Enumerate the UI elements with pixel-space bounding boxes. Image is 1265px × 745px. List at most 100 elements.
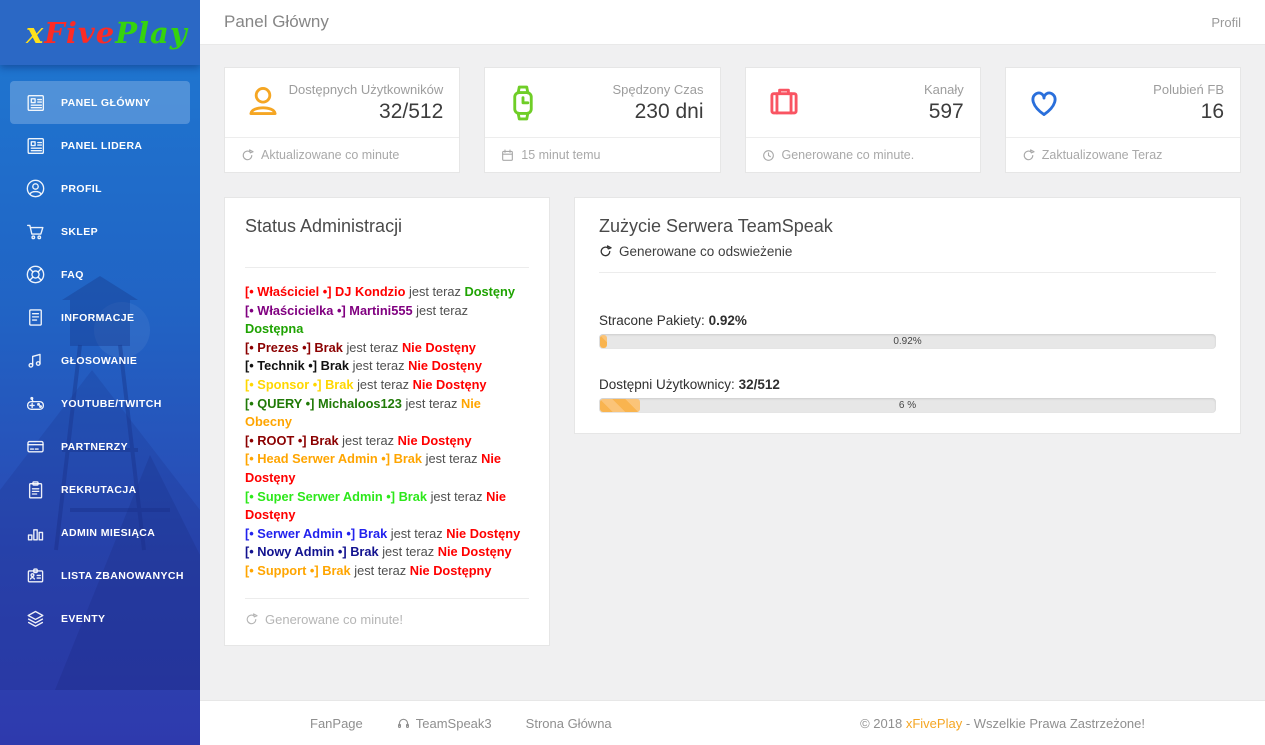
sidebar-item-label: INFORMACJE xyxy=(61,312,134,324)
cart-icon xyxy=(24,220,47,243)
sidebar-item[interactable]: PANEL GŁÓWNY xyxy=(10,81,190,124)
barchart-icon xyxy=(24,521,47,544)
status-middle-text: jest teraz xyxy=(342,433,394,448)
sidebar-item-label: FAQ xyxy=(61,269,84,281)
refresh-icon xyxy=(241,149,254,162)
progress-track: 0.92% xyxy=(599,334,1216,349)
status-value: Nie Dostęny xyxy=(408,358,482,373)
admin-status-footer: Generowane co minute! xyxy=(245,599,529,627)
sidebar-item-label: PANEL LIDERA xyxy=(61,140,142,152)
sidebar-item[interactable]: YOUTUBE/TWITCH xyxy=(10,382,190,425)
admin-status-row: [• Head Serwer Admin •] Brak jest teraz … xyxy=(245,450,529,487)
footer-link[interactable]: TeamSpeak3 xyxy=(397,716,492,731)
copyright: © 2018 xFivePlay - Wszelkie Prawa Zastrz… xyxy=(860,716,1145,731)
briefcase-icon xyxy=(762,81,806,125)
sidebar-item[interactable]: GŁOSOWANIE xyxy=(10,339,190,382)
status-value: Dostępna xyxy=(245,321,303,336)
brand-logo[interactable]: xFivePlay xyxy=(0,0,200,65)
idcard-icon xyxy=(24,564,47,587)
refresh-icon xyxy=(1022,149,1035,162)
sidebar-item[interactable]: EVENTY xyxy=(10,597,190,640)
stat-footer-text: Aktualizowane co minute xyxy=(261,148,399,162)
stat-label: Spędzony Czas xyxy=(545,81,703,99)
admin-status-row: [• Support •] Brak jest teraz Nie Dostęp… xyxy=(245,562,529,581)
calendar-icon xyxy=(501,149,514,162)
status-middle-text: jest teraz xyxy=(409,284,461,299)
user-name: Brak xyxy=(314,340,342,355)
status-value: Dostęny xyxy=(464,284,515,299)
sidebar-item[interactable]: REKRUTACJA xyxy=(10,468,190,511)
topbar: Panel Główny Profil xyxy=(200,0,1265,45)
footer-link[interactable]: Strona Główna xyxy=(526,716,612,731)
sidebar-item[interactable]: ADMIN MIESIĄCA xyxy=(10,511,190,554)
stat-card-footer: Aktualizowane co minute xyxy=(225,137,459,172)
stat-card-footer: Generowane co minute. xyxy=(746,137,980,172)
sidebar-item[interactable]: SKLEP xyxy=(10,210,190,253)
status-middle-text: jest teraz xyxy=(416,303,468,318)
page-title: Panel Główny xyxy=(224,12,329,32)
admin-status-row: [• Właściciel •] DJ Kondzio jest teraz D… xyxy=(245,283,529,302)
sidebar-item-label: LISTA ZBANOWANYCH xyxy=(61,570,184,582)
status-value: Nie Dostęny xyxy=(398,433,472,448)
progress-value: 32/512 xyxy=(739,377,780,392)
admin-status-row: [• QUERY •] Michaloos123 jest teraz Nie … xyxy=(245,395,529,432)
role-tag: [• Sponsor •] xyxy=(245,377,322,392)
sidebar: xFivePlay PANEL GŁÓWNY PANEL LIDERA PROF… xyxy=(0,0,200,745)
user-name: Brak xyxy=(399,489,427,504)
status-value: Nie Dostęny xyxy=(413,377,487,392)
main-area: Panel Główny Profil Dostępnych Użytkowni… xyxy=(200,0,1265,745)
role-tag: [• Super Serwer Admin •] xyxy=(245,489,395,504)
user-name: Brak xyxy=(394,451,422,466)
sidebar-item[interactable]: FAQ xyxy=(10,253,190,296)
admin-status-footer-text: Generowane co minute! xyxy=(265,612,403,627)
user-name: Brak xyxy=(322,563,350,578)
doc-icon xyxy=(24,306,47,329)
stat-card-footer: 15 minut temu xyxy=(485,137,719,172)
admin-status-row: [• Właścicielka •] Martini555 jest teraz… xyxy=(245,302,529,339)
status-value: Nie Dostęny xyxy=(438,544,512,559)
user-icon xyxy=(241,81,285,125)
sidebar-item[interactable]: PROFIL xyxy=(10,167,190,210)
progress-value: 0.92% xyxy=(709,313,747,328)
footer-link[interactable]: FanPage xyxy=(310,716,363,731)
stat-footer-text: 15 minut temu xyxy=(521,148,600,162)
sidebar-item-label: PARTNERZY xyxy=(61,441,128,453)
status-middle-text: jest teraz xyxy=(346,340,398,355)
admin-status-title: Status Administracji xyxy=(245,216,529,237)
stat-card: Polubień FB 16 Zaktualizowane Teraz xyxy=(1005,67,1241,173)
refresh-icon xyxy=(599,245,612,258)
progress-track: 6 % xyxy=(599,398,1216,413)
sidebar-item[interactable]: PARTNERZY xyxy=(10,425,190,468)
status-value: Nie Dostęny xyxy=(446,526,520,541)
role-tag: [• Właściciel •] xyxy=(245,284,331,299)
sidebar-item[interactable]: LISTA ZBANOWANYCH xyxy=(10,554,190,597)
admin-status-row: [• Technik •] Brak jest teraz Nie Dostęn… xyxy=(245,357,529,376)
heart-icon xyxy=(1022,81,1066,125)
sidebar-item[interactable]: INFORMACJE xyxy=(10,296,190,339)
role-tag: [• Serwer Admin •] xyxy=(245,526,355,541)
user-name: Brak xyxy=(359,526,387,541)
music-icon xyxy=(24,349,47,372)
progress-block: Stracone Pakiety: 0.92% 0.92% xyxy=(599,313,1216,349)
admin-status-row: [• Sponsor •] Brak jest teraz Nie Dostęn… xyxy=(245,376,529,395)
sidebar-item[interactable]: PANEL LIDERA xyxy=(10,124,190,167)
stat-label: Kanały xyxy=(806,81,964,99)
copyright-brand: xFivePlay xyxy=(906,716,962,731)
profile-link[interactable]: Profil xyxy=(1211,15,1241,30)
role-tag: [• Prezes •] xyxy=(245,340,311,355)
progress-percent-label: 6 % xyxy=(599,398,1216,413)
teamspeak-usage-panel: Zużycie Serwera TeamSpeak Generowane co … xyxy=(574,197,1241,434)
admin-status-list: [• Właściciel •] DJ Kondzio jest teraz D… xyxy=(245,283,529,581)
stat-card-footer: Zaktualizowane Teraz xyxy=(1006,137,1240,172)
progress-bars: Stracone Pakiety: 0.92% 0.92% Dostępni xyxy=(599,313,1216,413)
sidebar-item-label: GŁOSOWANIE xyxy=(61,355,137,367)
user-name: Brak xyxy=(325,377,353,392)
headset-icon xyxy=(397,717,410,730)
stat-footer-text: Zaktualizowane Teraz xyxy=(1042,148,1163,162)
footer-links: FanPage TeamSpeak3 Strona Główna xyxy=(310,716,612,731)
stat-label: Polubień FB xyxy=(1066,81,1224,99)
stat-footer-text: Generowane co minute. xyxy=(782,148,915,162)
sidebar-item-label: EVENTY xyxy=(61,613,105,625)
stat-card: Dostępnych Użytkowników 32/512 Aktualizo… xyxy=(224,67,460,173)
page-footer: FanPage TeamSpeak3 Strona Główna © 2018 … xyxy=(200,700,1265,745)
